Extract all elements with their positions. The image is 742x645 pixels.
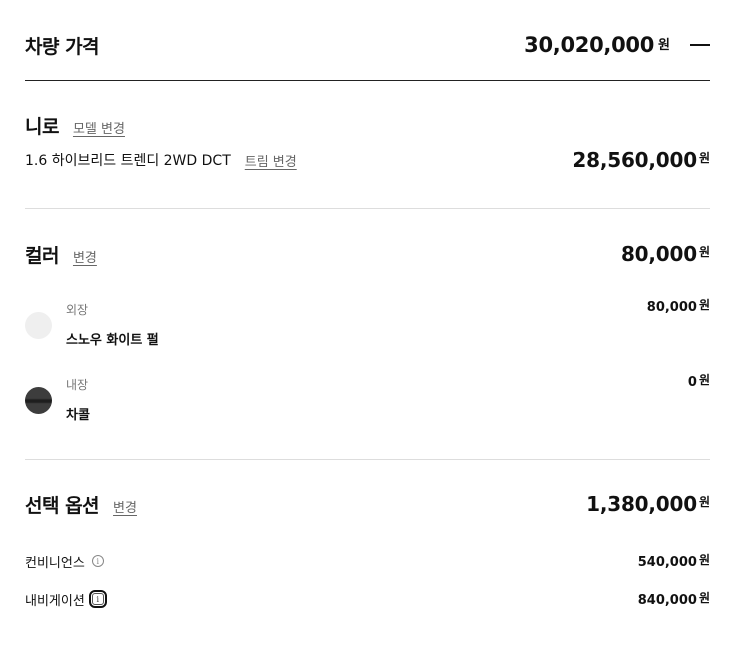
- option-name-group: 컨비니언스 i: [25, 552, 104, 571]
- interior-color-name: 차콜: [66, 408, 90, 423]
- interior-color-price: 0: [687, 375, 697, 390]
- option-price-group: 840,000 원: [638, 591, 710, 608]
- section-divider: [25, 459, 710, 460]
- total-price: 30,020,000: [524, 33, 655, 57]
- option-name-group: 내비게이션 i: [25, 590, 107, 609]
- total-price-group: 30,020,000 원: [524, 33, 710, 57]
- option-name: 내비게이션: [25, 593, 85, 609]
- trim-name: 1.6 하이브리드 트렌디 2WD DCT: [25, 153, 231, 169]
- minus-icon[interactable]: [690, 44, 710, 46]
- change-trim-link[interactable]: 트림 변경: [245, 151, 297, 170]
- info-icon[interactable]: i: [91, 555, 104, 567]
- color-total-price: 80,000: [620, 242, 697, 266]
- option-name: 컨비니언스: [25, 555, 85, 571]
- exterior-color-currency: 원: [698, 298, 710, 312]
- model-section: 니로 모델 변경: [25, 112, 710, 139]
- option-price: 840,000: [637, 592, 697, 608]
- section-divider: [25, 208, 710, 209]
- color-section-header: 컬러 변경 80,000 원: [25, 238, 710, 270]
- interior-color-price-group: 0원: [688, 373, 710, 390]
- trim-price-currency: 원: [698, 150, 710, 165]
- options-section-title: 선택 옵션: [25, 494, 100, 517]
- option-item-navigation: 내비게이션 i 840,000 원: [25, 588, 710, 610]
- options-section-header: 선택 옵션 변경 1,380,000 원: [25, 488, 710, 520]
- header-divider: [25, 80, 710, 81]
- interior-color-item: 내장 차콜 0원: [25, 373, 710, 433]
- exterior-color-price-group: 80,000 원: [647, 298, 710, 315]
- price-summary-header: 차량 가격 30,020,000 원: [25, 25, 710, 65]
- exterior-color-price: 80,000: [646, 300, 697, 315]
- color-section-title: 컬러: [25, 244, 59, 267]
- exterior-color-category: 외장: [66, 303, 89, 317]
- change-color-link[interactable]: 변경: [73, 247, 97, 266]
- exterior-color-item: 외장 스노우 화이트 펄 80,000 원: [25, 298, 710, 358]
- color-total-currency: 원: [698, 244, 710, 259]
- interior-color-swatch: [25, 387, 52, 414]
- trim-price: 28,560,000: [572, 148, 697, 172]
- options-total-currency: 원: [698, 494, 710, 509]
- price-summary-title: 차량 가격: [25, 35, 100, 58]
- trim-row: 1.6 하이브리드 트렌디 2WD DCT 트림 변경 28,560,000 원: [25, 146, 710, 174]
- exterior-color-name: 스노우 화이트 펄: [66, 333, 159, 348]
- change-options-link[interactable]: 변경: [113, 497, 137, 516]
- model-name: 니로: [25, 116, 59, 138]
- option-currency: 원: [698, 590, 710, 605]
- option-price-group: 540,000 원: [638, 553, 710, 570]
- info-icon[interactable]: i: [88, 590, 107, 608]
- interior-color-currency: 원: [698, 373, 710, 387]
- option-price: 540,000: [637, 554, 697, 570]
- total-price-currency: 원: [658, 37, 670, 53]
- interior-color-category: 내장: [66, 378, 89, 392]
- exterior-color-swatch: [25, 312, 52, 339]
- option-item-convenience: 컨비니언스 i 540,000 원: [25, 550, 710, 572]
- option-currency: 원: [698, 552, 710, 567]
- options-total-price: 1,380,000: [586, 492, 697, 516]
- change-model-link[interactable]: 모델 변경: [73, 118, 125, 137]
